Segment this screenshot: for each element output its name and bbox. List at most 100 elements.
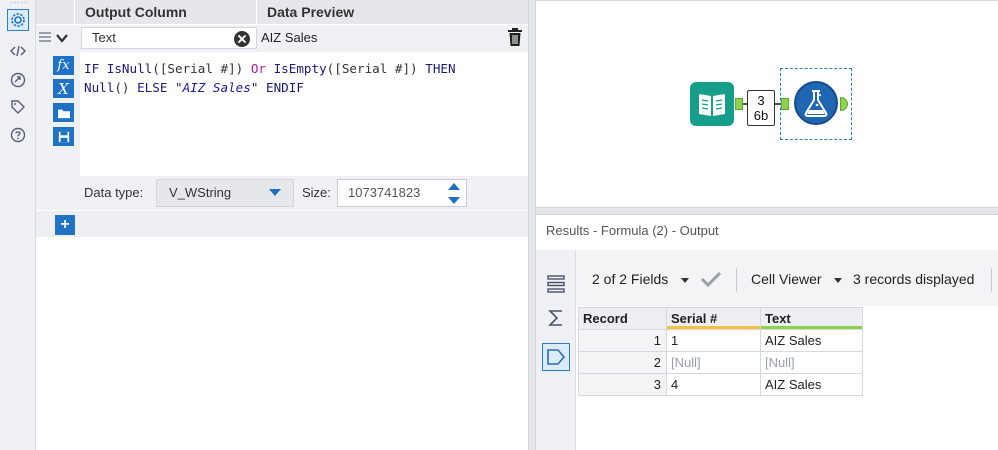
expression-token: IF [84,61,107,76]
delete-row-icon[interactable] [506,27,524,47]
size-decrement-icon[interactable] [442,194,466,207]
table-row[interactable]: 1 1 AIZ Sales [578,329,863,352]
workflow-canvas[interactable]: 3 6b [536,0,998,207]
summary-view-tab[interactable] [542,304,570,332]
column-header-record[interactable]: Record [578,307,667,330]
list-rows-icon [547,275,565,293]
record-cell[interactable]: 3 [578,373,667,396]
expression-token: () [114,80,138,95]
header-gutter [36,0,74,24]
input-output-anchor[interactable] [735,98,743,110]
output-column-header: Output Column [75,0,256,24]
add-formula-button[interactable]: + [55,215,75,235]
text-cell[interactable]: AIZ Sales [760,373,863,396]
folder-icon [57,109,70,118]
results-toolbar: 2 of 2 Fields Cell Viewer 3 records disp… [576,250,998,306]
expression-token: IsEmpty [273,61,327,76]
tag-tab[interactable] [7,96,29,118]
save-icon [58,131,69,142]
expression-token: Null [84,80,115,95]
tag-icon [11,100,25,114]
vertical-splitter[interactable] [528,0,536,450]
record-cell[interactable]: 2 [578,351,667,374]
xml-view-tab[interactable] [7,40,29,62]
dropdown-caret-icon[interactable] [269,189,281,196]
chevron-down-icon[interactable] [54,30,70,46]
cell-viewer-toggle[interactable]: Cell Viewer [751,271,822,287]
checkmark-icon[interactable] [700,270,722,288]
horizontal-splitter[interactable] [536,207,998,215]
expression-token: ENDIF [258,80,304,95]
expression-token: IsNull [106,61,153,76]
formula-tool[interactable] [794,81,838,125]
text-cell[interactable]: [Null] [760,351,863,374]
save-expression-button[interactable] [53,127,74,146]
fields-dropdown-icon[interactable] [681,278,689,283]
annotation-tab[interactable] [7,69,29,91]
fields-selector[interactable]: 2 of 2 Fields [592,271,668,287]
configuration-tab[interactable] [7,9,29,31]
column-type-underline [761,326,862,329]
input-data-tool[interactable] [690,82,734,126]
serial-cell[interactable]: 4 [666,373,761,396]
column-header-label: Text [765,311,791,326]
size-increment-icon[interactable] [442,180,466,193]
annotation-icon [10,72,26,88]
add-row-bar [36,211,528,237]
table-header-row: Record Serial # Text [578,307,863,330]
flask-icon [804,90,828,117]
data-view-tab[interactable] [542,343,570,371]
row-drag-handle[interactable] [39,32,51,44]
variable-icon: X [58,79,69,98]
expression-token: ELSE [137,80,176,95]
help-tab[interactable] [7,124,29,146]
toolbar-divider [736,268,737,292]
badge-size: 6b [753,108,769,123]
text-cell[interactable]: AIZ Sales [760,329,863,352]
code-icon [10,45,26,57]
badge-record-count: 3 [757,93,765,108]
record-cell[interactable]: 1 [578,329,667,352]
output-column-field[interactable]: Text [81,27,257,49]
functions-button[interactable]: fx [53,56,74,75]
clear-field-icon[interactable] [234,31,250,47]
cell-viewer-dropdown-icon[interactable] [834,278,842,283]
column-header-label: Record [583,311,628,326]
columns-constants-button[interactable]: X [53,79,74,98]
output-anchor-icon [547,349,566,365]
serial-cell[interactable]: [Null] [666,351,761,374]
serial-cell[interactable]: 1 [666,329,761,352]
column-type-underline [667,326,760,329]
metadata-view-tab[interactable] [542,270,570,298]
data-preview-value: AIZ Sales [261,30,318,45]
help-icon [10,127,26,143]
function-icon: fx [57,58,70,73]
connection-record-count-badge: 3 6b [747,90,775,126]
results-title: Results - Formula (2) - Output [546,223,719,238]
size-label: Size: [302,185,331,200]
expression-line: IF IsNull([Serial #]) Or IsEmpty([Serial… [84,59,524,78]
expression-token: "AIZ Sales" [175,80,259,95]
results-side-rail [536,250,576,450]
expression-editor[interactable]: IF IsNull([Serial #]) Or IsEmpty([Serial… [80,52,528,176]
records-displayed-count: 3 records displayed [853,271,975,287]
data-type-label: Data type: [84,185,144,200]
column-header-text[interactable]: Text [760,307,863,330]
expression-token: ([Serial #]) [326,61,426,76]
sigma-icon [548,310,562,326]
column-header-serial[interactable]: Serial # [666,307,761,330]
column-header-label: Serial # [671,311,718,326]
settings-icon [11,13,25,27]
expression-line: Null() ELSE "AIZ Sales" ENDIF [84,78,524,97]
expression-token: THEN [425,61,456,76]
expression-token: ([Serial #]) [152,61,251,76]
open-expression-button[interactable] [53,103,74,122]
toolbar-divider [991,268,992,292]
table-row[interactable]: 3 4 AIZ Sales [578,373,863,396]
book-icon [699,94,725,116]
rail-grip[interactable]: ····· [10,0,27,7]
formula-config-panel: Output Column Data Preview Text AIZ Sale… [36,0,528,450]
data-preview-header: Data Preview [257,0,528,24]
config-side-rail: ····· [0,0,36,450]
table-row[interactable]: 2 [Null] [Null] [578,351,863,374]
